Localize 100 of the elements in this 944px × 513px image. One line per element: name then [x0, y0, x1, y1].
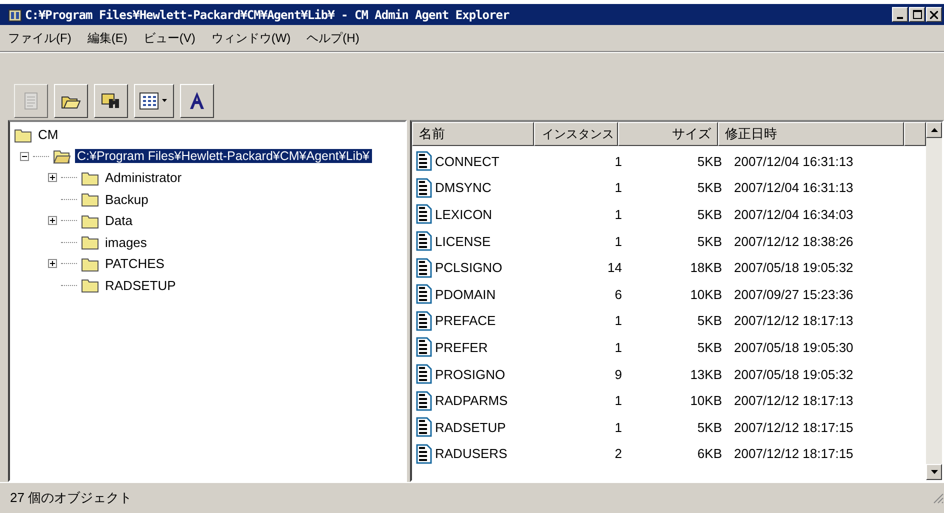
up-arrow-icon: [930, 128, 938, 132]
table-cell-text: 2007/12/12 18:17:13: [733, 313, 854, 328]
table-cell-text: 10KB: [689, 286, 723, 302]
document-icon: [416, 364, 432, 384]
letter-icon: [188, 91, 206, 111]
tree-item[interactable]: images: [103, 234, 149, 250]
document-icon: [416, 444, 432, 464]
table-row[interactable]: RADUSERS 2 6KB 2007/12/12 18:17:15: [412, 440, 926, 468]
close-button[interactable]: [926, 7, 942, 22]
table-cell-text: 2007/09/27 15:23:36: [733, 286, 854, 302]
table-cell-text: PREFER: [434, 340, 489, 355]
table-cell-text: 6: [614, 286, 623, 302]
table-cell-text: 13KB: [689, 366, 723, 382]
table-cell-text: 5KB: [696, 154, 723, 169]
down-arrow-icon: [930, 470, 938, 474]
tree-item[interactable]: Data: [103, 213, 134, 228]
expand-box[interactable]: [48, 259, 57, 268]
page-icon: [22, 91, 40, 111]
menu-item[interactable]: ビュー(V): [143, 30, 196, 46]
document-icon: [416, 417, 432, 438]
table-cell-text: 1: [614, 206, 623, 222]
window-title: C:¥Program Files¥Hewlett-Packard¥CM¥Agent¥Lib¥ - CM Admin Agent Explorer: [25, 8, 510, 22]
table-cell-text: 2007/12/12 18:17:15: [733, 420, 854, 435]
tree-item[interactable]: C:¥Program Files¥Hewlett-Packard¥CM¥Agent¥Lib¥: [75, 149, 372, 164]
maximize-icon: [912, 10, 922, 19]
table-row[interactable]: DMSYNC 1 5KB 2007/12/04 16:31:13: [412, 174, 926, 202]
table-cell-text: 5KB: [696, 234, 723, 249]
folder-icon: [81, 212, 99, 229]
table-row[interactable]: RADSETUP 1 5KB 2007/12/12 18:17:15: [412, 414, 926, 441]
font-button[interactable]: [180, 84, 214, 118]
resize-grip-icon[interactable]: [932, 492, 944, 504]
scroll-down-button[interactable]: [926, 464, 942, 480]
tree-item[interactable]: Backup: [103, 192, 150, 207]
collapse-box[interactable]: [20, 152, 29, 161]
view-button[interactable]: [134, 84, 174, 118]
table-row[interactable]: PREFACE 1 5KB 2007/12/12 18:17:13: [412, 308, 926, 334]
table-cell-text: 2007/12/04 16:31:13: [733, 180, 854, 196]
table-cell-text: LICENSE: [434, 234, 492, 249]
tree-item[interactable]: CM: [36, 127, 60, 142]
table-row[interactable]: LEXICON 1 5KB 2007/12/04 16:34:03: [412, 201, 926, 228]
maximize-button[interactable]: [909, 7, 925, 22]
table-cell-text: 9: [614, 366, 623, 382]
expand-box[interactable]: [48, 173, 57, 182]
table-cell-text: RADUSERS: [434, 446, 508, 462]
table-cell-text: 10KB: [689, 393, 723, 408]
menu-item[interactable]: ファイル(F): [8, 30, 72, 46]
app-icon: [8, 8, 22, 22]
tree-item[interactable]: RADSETUP: [103, 278, 178, 293]
close-icon: [930, 10, 938, 18]
menu-item[interactable]: 編集(E): [87, 30, 128, 46]
column-header[interactable]: 修正日時: [718, 122, 904, 146]
table-cell-text: PCLSIGNO: [434, 260, 504, 276]
document-icon: [416, 337, 432, 358]
table-cell-text: RADPARMS: [434, 393, 509, 408]
open-folder-button[interactable]: [54, 84, 88, 118]
table-cell-text: 2007/12/12 18:38:26: [733, 234, 854, 249]
document-icon: [416, 204, 432, 224]
status-text: 27 個のオブジェクト: [10, 489, 132, 507]
column-header[interactable]: インスタンス: [534, 122, 618, 146]
menu-item[interactable]: ウィンドウ(W): [211, 30, 291, 46]
document-icon: [416, 310, 432, 331]
table-cell-text: 2007/12/12 18:17:13: [733, 393, 854, 408]
table-cell-text: 2007/12/04 16:34:03: [733, 206, 854, 222]
table-cell-text: 1: [614, 393, 623, 408]
folder-icon: [81, 277, 99, 294]
table-row[interactable]: PREFER 1 5KB 2007/05/18 19:05:30: [412, 334, 926, 361]
tree-item[interactable]: Administrator: [103, 170, 184, 186]
expand-box[interactable]: [48, 216, 57, 226]
menu-item[interactable]: ヘルプ(H): [306, 30, 360, 46]
table-cell-text: 2007/05/18 19:05:32: [733, 260, 854, 276]
table-cell-text: 5KB: [696, 206, 723, 222]
table-row[interactable]: PDOMAIN 6 10KB 2007/09/27 15:23:36: [412, 280, 926, 308]
scroll-up-button[interactable]: [926, 122, 942, 138]
folder-icon: [81, 256, 99, 272]
scrollbar[interactable]: [926, 122, 942, 480]
table-cell-text: PROSIGNO: [434, 366, 506, 382]
table-cell-text: DMSYNC: [434, 180, 492, 196]
table-cell-text: 2: [614, 446, 623, 462]
table-row[interactable]: PROSIGNO 9 13KB 2007/05/18 19:05:32: [412, 360, 926, 388]
table-cell-text: LEXICON: [434, 206, 494, 222]
minimize-button[interactable]: [892, 7, 908, 22]
table-cell-text: 5KB: [696, 420, 723, 435]
table-row[interactable]: CONNECT 1 5KB 2007/12/04 16:31:13: [412, 148, 926, 175]
table-row[interactable]: RADPARMS 1 10KB 2007/12/12 18:17:13: [412, 387, 926, 414]
document-icon: [416, 231, 432, 252]
table-cell-text: PDOMAIN: [434, 286, 497, 302]
folder-icon: [81, 234, 99, 250]
table-cell-text: 1: [614, 180, 623, 196]
find-button[interactable]: [94, 84, 128, 118]
column-header[interactable]: 名前: [412, 122, 534, 146]
minimize-icon: [897, 16, 903, 18]
table-cell-text: 1: [614, 154, 623, 169]
document-icon: [416, 178, 432, 198]
grid-view-icon: [139, 92, 169, 110]
table-row[interactable]: PCLSIGNO 14 18KB 2007/05/18 19:05:32: [412, 254, 926, 281]
document-icon: [416, 151, 432, 172]
table-row[interactable]: LICENSE 1 5KB 2007/12/12 18:38:26: [412, 228, 926, 254]
column-header[interactable]: サイズ: [618, 122, 718, 146]
document-icon: [416, 284, 432, 304]
tree-item[interactable]: PATCHES: [103, 256, 166, 272]
